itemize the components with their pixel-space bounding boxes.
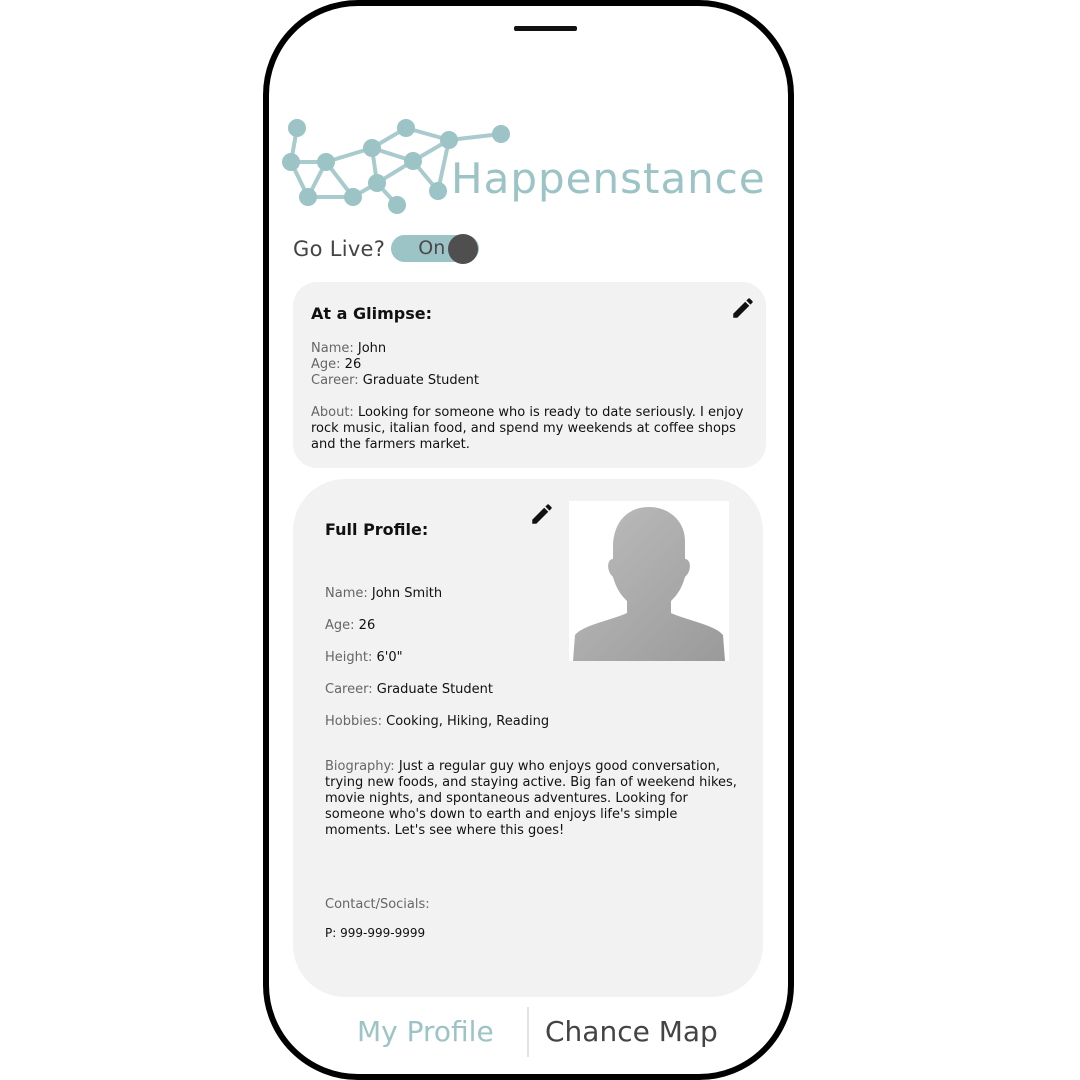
profile-biography-label: Biography: <box>325 759 395 774</box>
glimpse-about-value: Looking for someone who is ready to date… <box>311 405 744 452</box>
profile-name-label: Name: <box>325 586 368 601</box>
profile-career-label: Career: <box>325 682 373 697</box>
go-live-row: Go Live? On <box>293 234 480 264</box>
glimpse-career-row: Career: Graduate Student <box>311 373 479 388</box>
phone-notch <box>514 26 577 31</box>
glimpse-age-row: Age: 26 <box>311 357 361 372</box>
nav-divider <box>527 1007 529 1057</box>
profile-hobbies-row: Hobbies: Cooking, Hiking, Reading <box>325 714 549 729</box>
profile-photo <box>569 501 729 661</box>
go-live-label: Go Live? <box>293 236 386 261</box>
profile-biography: Biography: Just a regular guy who enjoys… <box>325 759 737 839</box>
profile-hobbies-label: Hobbies: <box>325 714 382 729</box>
profile-height-value: 6'0" <box>376 650 403 665</box>
glimpse-about-label: About: <box>311 405 354 420</box>
glimpse-name-value: John <box>357 341 387 356</box>
nav-my-profile[interactable]: My Profile <box>357 1015 494 1048</box>
profile-career-value: Graduate Student <box>376 682 493 697</box>
profile-name-value: John Smith <box>371 586 443 601</box>
profile-contact-label: Contact/Socials: <box>325 897 430 912</box>
glimpse-name-row: Name: John <box>311 341 386 356</box>
nav-chance-map[interactable]: Chance Map <box>545 1015 718 1048</box>
phone-frame: Happenstance Go Live? On At a Glimpse: N… <box>263 0 794 1080</box>
glimpse-about: About: Looking for someone who is ready … <box>311 405 751 453</box>
glimpse-career-label: Career: <box>311 373 359 388</box>
person-silhouette-icon <box>573 507 725 661</box>
profile-age-label: Age: <box>325 618 355 633</box>
profile-hobbies-value: Cooking, Hiking, Reading <box>386 714 550 729</box>
brand-name: Happenstance <box>451 154 766 203</box>
profile-age-value: 26 <box>358 618 376 633</box>
go-live-toggle[interactable]: On <box>391 234 480 264</box>
bottom-nav: My Profile Chance Map <box>269 1001 788 1066</box>
full-profile-title: Full Profile: <box>325 520 429 539</box>
toggle-knob[interactable] <box>448 234 479 264</box>
toggle-state-text: On <box>418 237 446 259</box>
glimpse-card: At a Glimpse: Name: John Age: 26 Career:… <box>293 282 766 468</box>
profile-name-row: Name: John Smith <box>325 586 442 601</box>
edit-profile-pencil-icon[interactable] <box>529 501 555 527</box>
glimpse-age-label: Age: <box>311 357 341 372</box>
glimpse-title: At a Glimpse: <box>311 304 432 323</box>
glimpse-career-value: Graduate Student <box>362 373 479 388</box>
full-profile-card: Full Profile: Name: John Smith Age: 26 H… <box>293 479 763 997</box>
glimpse-name-label: Name: <box>311 341 354 356</box>
profile-height-label: Height: <box>325 650 373 665</box>
profile-career-row: Career: Graduate Student <box>325 682 493 697</box>
edit-glimpse-pencil-icon[interactable] <box>730 295 756 321</box>
profile-age-row: Age: 26 <box>325 618 375 633</box>
glimpse-age-value: 26 <box>344 357 362 372</box>
profile-height-row: Height: 6'0" <box>325 650 403 665</box>
profile-phone: P: 999-999-9999 <box>325 926 426 940</box>
